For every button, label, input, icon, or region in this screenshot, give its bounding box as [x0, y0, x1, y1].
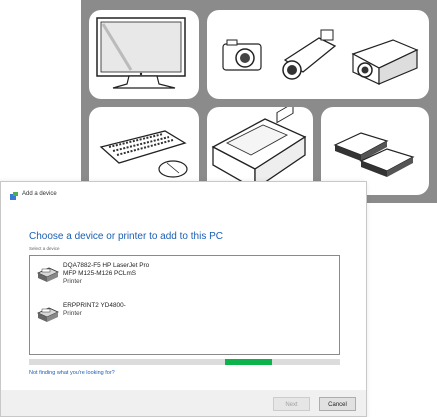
window-title: Add a device: [22, 191, 57, 197]
camcorder-icon: [282, 29, 337, 80]
next-button[interactable]: Next: [273, 397, 310, 411]
device-item[interactable]: ERPPRINT2 YD4800- Printer: [34, 302, 334, 332]
add-device-icon: [10, 192, 18, 200]
not-finding-link[interactable]: Not finding what you're looking for?: [29, 370, 115, 376]
printer-icon: [37, 267, 59, 282]
device-name: ERPPRINT2 YD4800-: [63, 302, 126, 309]
progress-indicator: [224, 359, 272, 365]
imaging-devices-tile: [207, 10, 429, 99]
device-illustration-banner: [81, 0, 437, 203]
cancel-button[interactable]: Cancel: [319, 397, 356, 411]
camera-icon: [222, 39, 262, 71]
printer-icon: [37, 307, 59, 322]
device-name-line2: MFP M125-M126 PCLmS: [63, 270, 137, 277]
projector-icon: [351, 39, 419, 85]
device-item[interactable]: DQA7882-F5 HP LaserJet Pro MFP M125-M126…: [34, 262, 334, 292]
add-device-dialog: Add a device Choose a device or printer …: [0, 181, 367, 417]
dialog-subheading: Select a device: [29, 246, 60, 251]
device-name: DQA7882-F5 HP LaserJet Pro: [63, 262, 150, 269]
title-bar: Add a device: [1, 182, 366, 208]
search-progress-bar: [29, 359, 340, 365]
keyboard-icon: [99, 130, 187, 164]
dialog-heading: Choose a device or printer to add to thi…: [29, 231, 223, 242]
device-type: Printer: [63, 310, 82, 317]
device-list[interactable]: DQA7882-F5 HP LaserJet Pro MFP M125-M126…: [29, 255, 340, 355]
monitor-tile: [89, 10, 199, 99]
monitor-icon: [96, 17, 186, 89]
device-type: Printer: [63, 278, 82, 285]
mouse-icon: [158, 160, 188, 178]
dialog-footer: Next Cancel: [1, 390, 366, 416]
